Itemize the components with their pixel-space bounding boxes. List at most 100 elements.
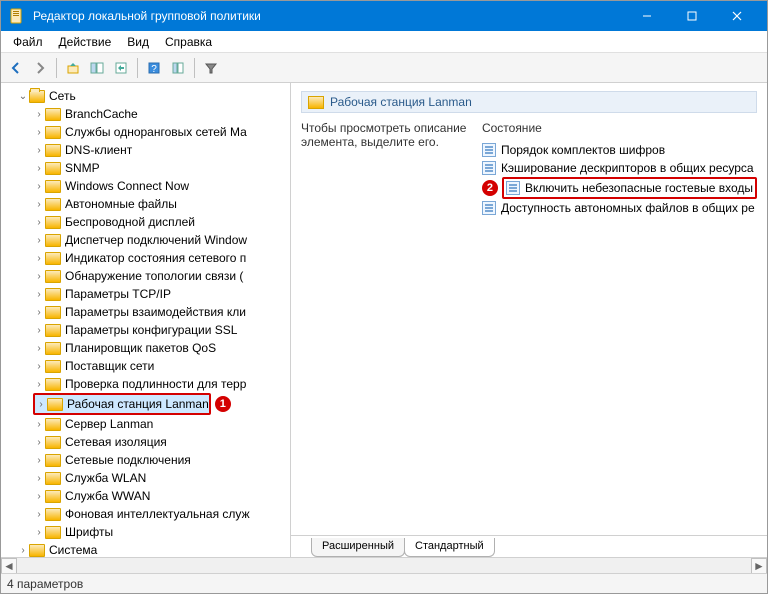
tree-node[interactable]: ›Автономные файлы	[33, 195, 290, 213]
folder-icon	[45, 198, 61, 211]
folder-icon	[45, 180, 61, 193]
tree-node[interactable]: ›Шрифты	[33, 523, 290, 541]
expand-icon[interactable]: ›	[33, 419, 45, 430]
policy-icon	[506, 181, 520, 195]
menu-view[interactable]: Вид	[119, 33, 157, 51]
menu-help[interactable]: Справка	[157, 33, 220, 51]
forward-button[interactable]	[29, 57, 51, 79]
tree-node[interactable]: ›Параметры TCP/IP	[33, 285, 290, 303]
scroll-left-button[interactable]: ◄	[1, 558, 17, 574]
tree-label: Сетевые подключения	[65, 453, 191, 467]
tree-label: Сетевая изоляция	[65, 435, 167, 449]
tree-node[interactable]: › Сетевая изоляция	[33, 433, 290, 451]
tree-node[interactable]: ›Параметры взаимодействия кли	[33, 303, 290, 321]
expand-icon[interactable]: ›	[33, 361, 45, 372]
tree-node[interactable]: ›Проверка подлинности для терр	[33, 375, 290, 393]
expand-icon[interactable]: ›	[33, 235, 45, 246]
folder-icon	[45, 490, 61, 503]
tree-pane[interactable]: ⌄ Сеть › BranchCache › Службы одноранговых …	[1, 83, 291, 557]
tree-label: SNMP	[65, 161, 100, 175]
tree-node[interactable]: ›Индикатор состояния сетевого п	[33, 249, 290, 267]
tree-label: Планировщик пакетов QoS	[65, 341, 216, 355]
expand-icon[interactable]: ›	[35, 399, 47, 410]
expand-icon[interactable]: ›	[33, 473, 45, 484]
tree-node-network[interactable]: ⌄ Сеть	[17, 87, 290, 105]
tree-node[interactable]: › BranchCache	[33, 105, 290, 123]
policy-setting-row[interactable]: Порядок комплектов шифров	[482, 141, 757, 159]
folder-icon	[45, 216, 61, 229]
expand-icon[interactable]: ›	[33, 253, 45, 264]
expand-icon[interactable]: ›	[17, 545, 29, 556]
export-button[interactable]	[110, 57, 132, 79]
tree-label: Служба WLAN	[65, 471, 146, 485]
show-hide-tree-button[interactable]	[86, 57, 108, 79]
tab-extended[interactable]: Расширенный	[311, 538, 405, 557]
folder-icon	[29, 544, 45, 557]
expand-icon[interactable]: ›	[33, 509, 45, 520]
menu-file[interactable]: Файл	[5, 33, 51, 51]
filter-button[interactable]	[200, 57, 222, 79]
horizontal-scrollbar[interactable]: ◄ ►	[1, 557, 767, 573]
tree-node[interactable]: › Поставщик сети	[33, 357, 290, 375]
tree-node[interactable]: ›Обнаружение топологии связи (	[33, 267, 290, 285]
expand-icon[interactable]: ›	[33, 343, 45, 354]
tree-node[interactable]: ›Служба WWAN	[33, 487, 290, 505]
folder-icon	[45, 252, 61, 265]
tree-node[interactable]: ›Фоновая интеллектуальная служ	[33, 505, 290, 523]
tree-label: Поставщик сети	[65, 359, 154, 373]
expand-icon[interactable]: ›	[33, 491, 45, 502]
policy-setting-row[interactable]: Кэширование дескрипторов в общих ресурса	[482, 159, 757, 177]
tree-node-system[interactable]: › Система	[17, 541, 290, 557]
minimize-button[interactable]	[624, 1, 669, 31]
expand-icon[interactable]: ›	[33, 379, 45, 390]
expand-icon[interactable]: ›	[33, 289, 45, 300]
description-text: Чтобы просмотреть описание элемента, выд…	[301, 121, 474, 149]
expand-icon[interactable]: ›	[33, 325, 45, 336]
expand-icon[interactable]: ›	[33, 199, 45, 210]
expand-icon[interactable]: ›	[33, 109, 45, 120]
expand-icon[interactable]: ›	[33, 271, 45, 282]
tree-node[interactable]: ›DNS-клиент	[33, 141, 290, 159]
tree-node[interactable]: › Служба WLAN	[33, 469, 290, 487]
expand-icon[interactable]: ›	[33, 527, 45, 538]
expand-icon[interactable]: ›	[33, 163, 45, 174]
window-title: Редактор локальной групповой политики	[33, 9, 624, 23]
policy-setting-row[interactable]: Доступность автономных файлов в общих ре	[482, 199, 757, 217]
tree-label: BranchCache	[65, 107, 138, 121]
tree-node[interactable]: ›Беспроводной дисплей	[33, 213, 290, 231]
collapse-icon[interactable]: ⌄	[17, 91, 29, 102]
tree-node[interactable]: ›Сервер Lanman	[33, 415, 290, 433]
folder-icon	[45, 288, 61, 301]
expand-icon[interactable]: ›	[33, 307, 45, 318]
settings-column: Состояние Порядок комплектов шифровКэшир…	[482, 121, 757, 527]
tree-node[interactable]: › Планировщик пакетов QoS	[33, 339, 290, 357]
maximize-button[interactable]	[669, 1, 714, 31]
policy-setting-row[interactable]: Включить небезопасные гостевые входы	[506, 179, 753, 197]
help-button[interactable]: ?	[143, 57, 165, 79]
tab-standard[interactable]: Стандартный	[404, 538, 495, 557]
close-button[interactable]	[714, 1, 759, 31]
expand-icon[interactable]: ›	[33, 145, 45, 156]
scroll-right-button[interactable]: ►	[751, 558, 767, 574]
folder-icon	[45, 454, 61, 467]
expand-icon[interactable]: ›	[33, 181, 45, 192]
expand-icon[interactable]: ›	[33, 455, 45, 466]
tree-label: Службы одноранговых сетей Ма	[65, 125, 247, 139]
tree-node[interactable]: ›Параметры конфигурации SSL	[33, 321, 290, 339]
expand-icon[interactable]: ›	[33, 127, 45, 138]
tree-node[interactable]: ›Рабочая станция Lanman	[35, 395, 209, 413]
properties-button[interactable]	[167, 57, 189, 79]
menu-action[interactable]: Действие	[51, 33, 120, 51]
tree-node[interactable]: › Службы одноранговых сетей Ма	[33, 123, 290, 141]
menubar: Файл Действие Вид Справка	[1, 31, 767, 53]
up-button[interactable]	[62, 57, 84, 79]
tree-node[interactable]: ›Windows Connect Now	[33, 177, 290, 195]
policy-icon	[482, 161, 496, 175]
expand-icon[interactable]: ›	[33, 217, 45, 228]
tree-node[interactable]: › Сетевые подключения	[33, 451, 290, 469]
tree-node[interactable]: ›Диспетчер подключений Window	[33, 231, 290, 249]
app-icon	[9, 8, 25, 24]
tree-node[interactable]: › SNMP	[33, 159, 290, 177]
expand-icon[interactable]: ›	[33, 437, 45, 448]
back-button[interactable]	[5, 57, 27, 79]
